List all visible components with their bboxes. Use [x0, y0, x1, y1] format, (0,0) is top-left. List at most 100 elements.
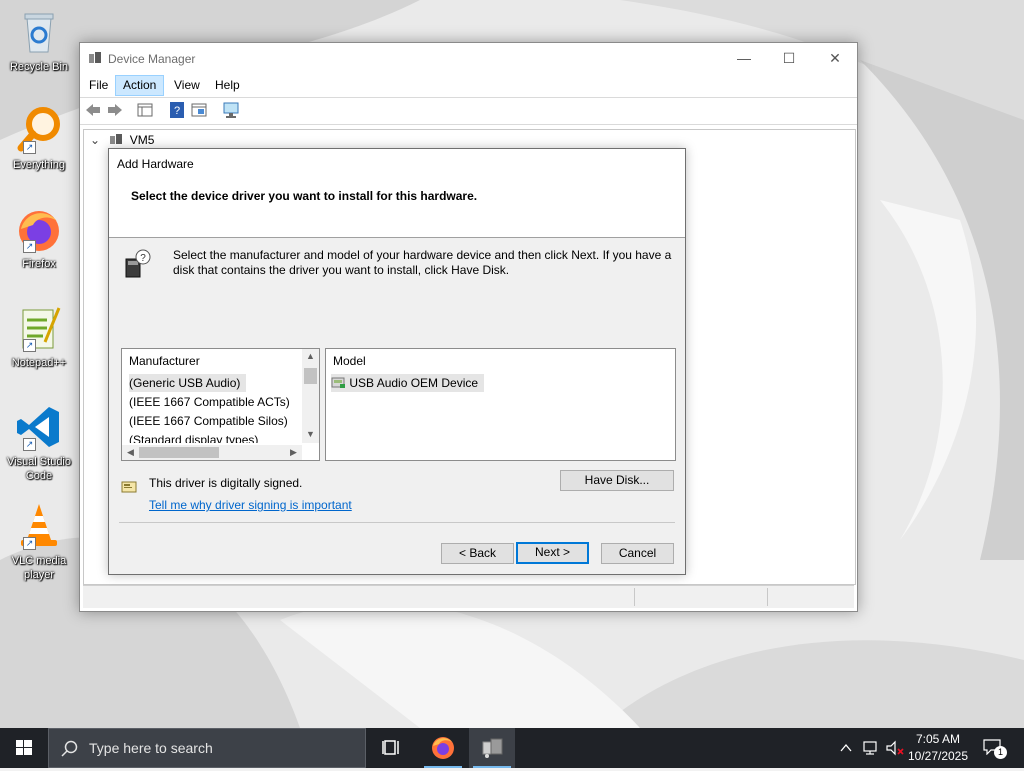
scroll-up-icon[interactable]: ▲	[302, 351, 319, 361]
menu-file[interactable]: File	[82, 76, 115, 95]
back-arrow-icon[interactable]	[84, 101, 102, 119]
desktop-icon-label: Recycle Bin	[9, 61, 69, 73]
firefox-icon	[432, 737, 454, 759]
device-manager-icon	[89, 52, 101, 63]
clock-date[interactable]: 10/27/2025	[906, 749, 970, 763]
add-hardware-dialog: Add Hardware Select the device driver yo…	[108, 148, 686, 575]
everything-search-icon: ↗	[15, 106, 63, 154]
taskbar-search-box[interactable]: Type here to search	[48, 728, 366, 768]
svg-text:?: ?	[140, 253, 146, 264]
vlc-cone-icon: ↗	[15, 502, 63, 550]
desktop-icon-everything[interactable]: ↗ Everything	[4, 106, 74, 172]
vscode-icon: ↗	[15, 403, 63, 451]
desktop-icon-label: Everything	[13, 159, 65, 171]
manufacturer-header: Manufacturer	[129, 354, 200, 368]
shortcut-arrow-icon: ↗	[23, 339, 36, 352]
desktop-icon-recycle-bin[interactable]: Recycle Bin	[4, 8, 74, 74]
scroll-down-icon[interactable]: ▼	[302, 429, 319, 439]
scan-hardware-icon[interactable]	[222, 101, 240, 119]
status-separator	[634, 588, 635, 606]
desktop-icon-vscode[interactable]: ↗ Visual Studio Code	[4, 403, 74, 483]
tree-root-item[interactable]: ⌄ VM5	[90, 132, 154, 148]
menu-bar: File Action View Help	[80, 75, 857, 97]
status-separator	[767, 588, 768, 606]
model-label: USB Audio OEM Device	[349, 376, 479, 390]
model-header: Model	[333, 354, 366, 368]
device-manager-titlebar[interactable]: Device Manager — ☐ ✕	[80, 43, 857, 75]
horizontal-scrollbar[interactable]: ◀ ▶	[122, 445, 302, 460]
cancel-button[interactable]: Cancel	[601, 543, 674, 564]
manufacturer-list[interactable]: Manufacturer (Generic USB Audio) (IEEE 1…	[121, 348, 320, 461]
properties-view-icon[interactable]	[136, 101, 154, 119]
tree-root-label: VM5	[129, 133, 155, 147]
show-hidden-icon[interactable]	[190, 101, 208, 119]
menu-view[interactable]: View	[167, 76, 207, 95]
taskbar: Type here to search 7:05 AM 10/27/2025 1	[0, 728, 1024, 768]
notification-badge: 1	[994, 746, 1007, 759]
help-icon[interactable]: ?	[168, 101, 186, 119]
recycle-bin-icon	[15, 8, 63, 56]
model-list-item[interactable]: USB Audio OEM Device	[331, 374, 485, 392]
chevron-down-icon[interactable]: ⌄	[90, 132, 102, 148]
taskbar-firefox-button[interactable]	[420, 728, 466, 768]
minimize-button[interactable]: —	[721, 43, 767, 73]
forward-arrow-icon[interactable]	[106, 101, 124, 119]
clock-time[interactable]: 7:05 AM	[906, 732, 970, 746]
driver-device-icon	[331, 377, 345, 388]
desktop-icon-notepad-plus-plus[interactable]: ↗ Notepad++	[4, 304, 74, 370]
desktop-icon-firefox[interactable]: ↗ Firefox	[4, 205, 74, 271]
scroll-thumb[interactable]	[139, 447, 219, 458]
windows-logo-icon	[16, 740, 32, 755]
signed-status-text: This driver is digitally signed.	[149, 476, 303, 490]
volume-muted-icon[interactable]	[885, 740, 905, 756]
scroll-left-icon[interactable]: ◀	[122, 447, 139, 458]
model-list[interactable]: Model USB Audio OEM Device	[325, 348, 676, 461]
status-bar	[83, 585, 854, 608]
computer-icon	[110, 134, 123, 144]
scroll-right-icon[interactable]: ▶	[285, 447, 302, 458]
have-disk-button[interactable]: Have Disk...	[560, 470, 674, 491]
device-manager-icon	[482, 738, 503, 758]
signed-driver-icon	[121, 481, 137, 493]
chevron-up-icon[interactable]	[839, 741, 853, 755]
list-item[interactable]: (IEEE 1667 Compatible Silos)	[129, 412, 294, 430]
list-item[interactable]: (Standard display types)	[129, 431, 264, 443]
shortcut-arrow-icon: ↗	[23, 537, 36, 550]
firefox-icon: ↗	[15, 205, 63, 253]
desktop-icon-label: Notepad++	[11, 357, 67, 369]
search-icon	[61, 740, 78, 757]
dialog-description: Select the manufacturer and model of you…	[173, 248, 672, 277]
menu-action[interactable]: Action	[115, 75, 165, 96]
notepad-plus-plus-icon: ↗	[15, 304, 63, 352]
network-icon[interactable]	[862, 740, 880, 756]
desktop-icon-vlc[interactable]: ↗ VLC media player	[4, 502, 74, 582]
start-button[interactable]	[0, 728, 48, 768]
task-view-icon	[382, 740, 399, 755]
scroll-thumb[interactable]	[304, 368, 317, 384]
desktop-icon-label: Visual Studio Code	[6, 456, 71, 482]
next-button[interactable]: Next >	[516, 542, 589, 564]
dialog-title: Add Hardware	[117, 157, 194, 171]
shortcut-arrow-icon: ↗	[23, 240, 36, 253]
shortcut-arrow-icon: ↗	[23, 438, 36, 451]
taskbar-device-manager-button[interactable]	[469, 728, 515, 768]
close-button[interactable]: ✕	[812, 43, 858, 73]
back-button[interactable]: < Back	[441, 543, 514, 564]
desktop-icon-label: Firefox	[22, 258, 56, 270]
list-item[interactable]: (IEEE 1667 Compatible ACTs)	[129, 393, 296, 411]
toolbar: ?	[80, 97, 857, 125]
task-view-button[interactable]	[369, 728, 415, 768]
desktop-icon-label: VLC media player	[11, 555, 67, 581]
dialog-separator	[119, 522, 675, 523]
driver-signing-link[interactable]: Tell me why driver signing is important	[149, 498, 352, 512]
notification-center-button[interactable]: 1	[978, 728, 1018, 768]
maximize-button[interactable]: ☐	[766, 43, 812, 73]
search-placeholder: Type here to search	[89, 740, 213, 756]
dialog-heading: Select the device driver you want to ins…	[131, 189, 478, 203]
menu-help[interactable]: Help	[208, 76, 247, 95]
list-item[interactable]: (Generic USB Audio)	[129, 374, 247, 392]
dialog-header: Add Hardware Select the device driver yo…	[109, 149, 685, 238]
svg-text:?: ?	[174, 105, 180, 117]
hardware-help-icon: ?	[125, 249, 151, 278]
vertical-scrollbar[interactable]: ▲ ▼	[302, 349, 319, 443]
